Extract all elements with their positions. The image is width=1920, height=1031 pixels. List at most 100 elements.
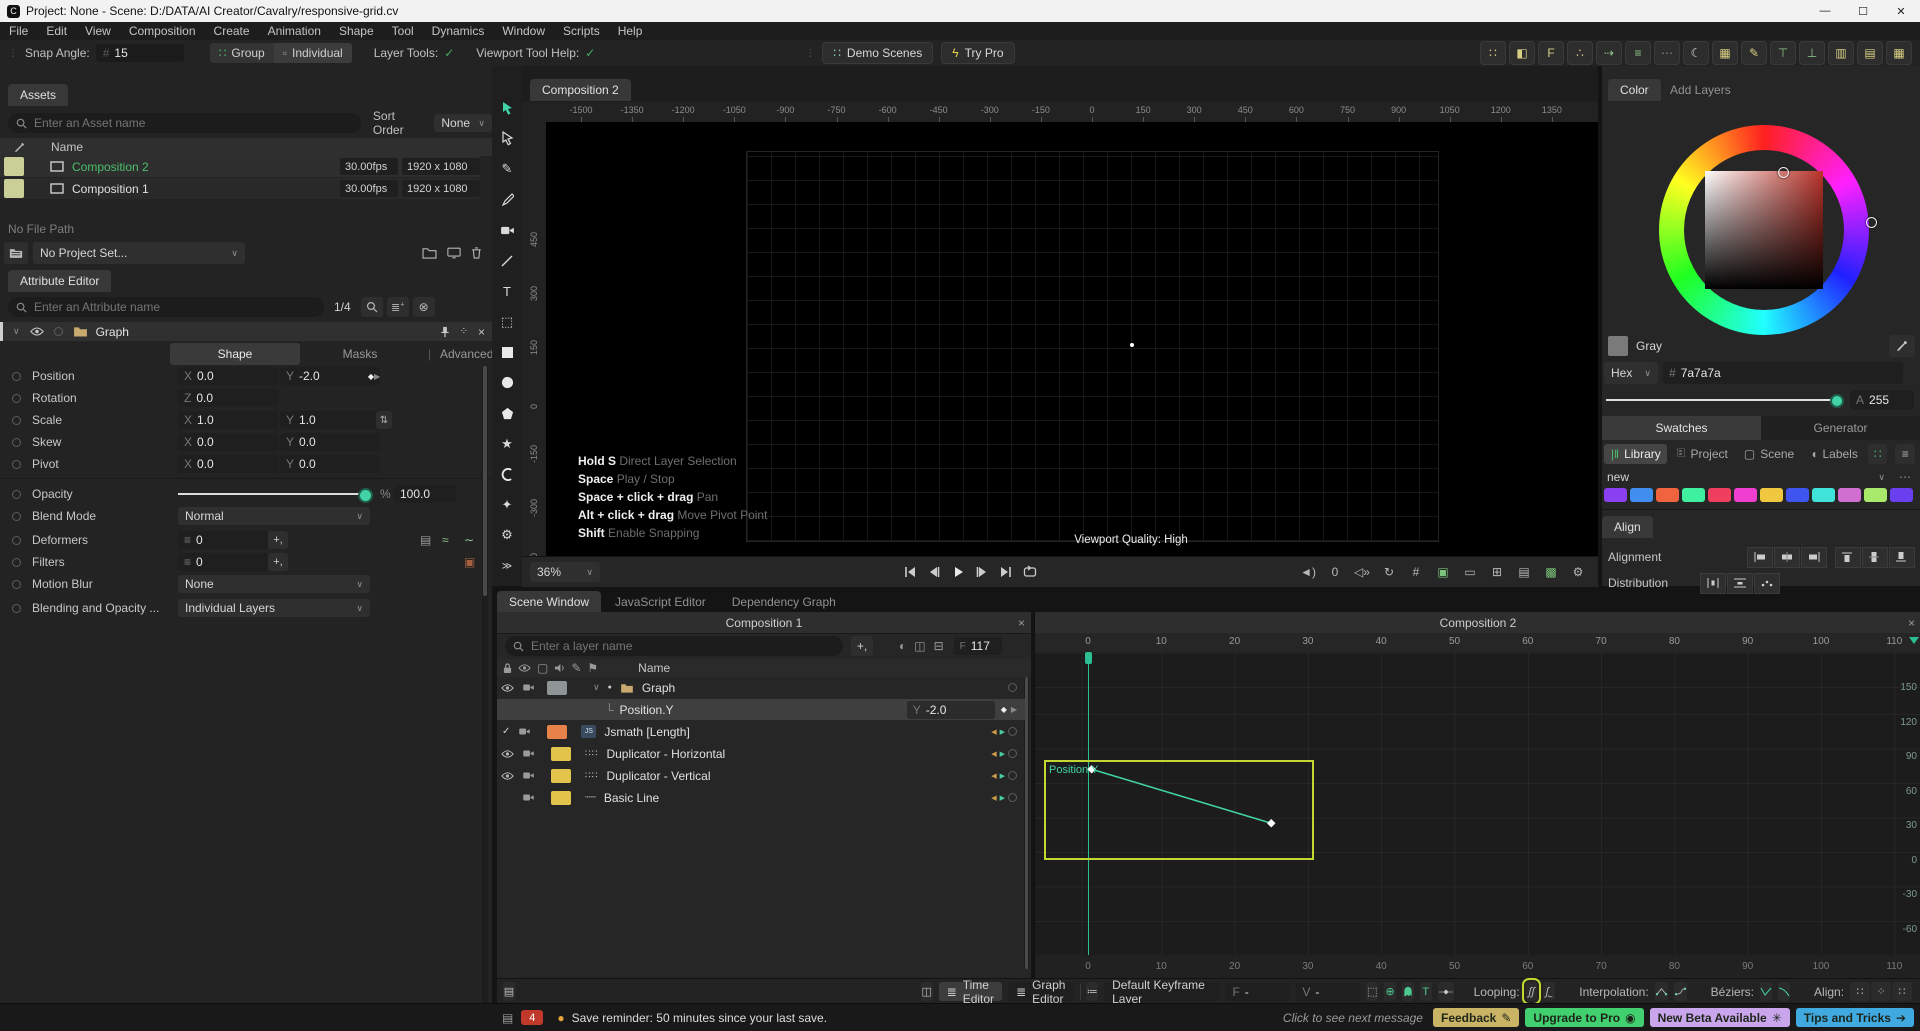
skew-x-field[interactable]: X0.0: [178, 433, 278, 451]
camera-visibility-icon[interactable]: [522, 793, 535, 802]
watermark-icon[interactable]: ◐: [899, 639, 906, 653]
interpolation-linear-button[interactable]: [1655, 982, 1668, 1001]
feedback-button[interactable]: Feedback✎: [1433, 1008, 1519, 1027]
asset-color-swatch[interactable]: [4, 179, 24, 198]
bezier-curve-button[interactable]: [1778, 982, 1790, 1001]
layer-row-position-y[interactable]: └Position.YY-2.0◆▶: [497, 699, 1025, 720]
render-icon[interactable]: ▤: [1514, 563, 1534, 581]
scatter-icon[interactable]: ∴: [1567, 41, 1593, 65]
next-frame-button[interactable]: [972, 563, 992, 581]
swatch-chip[interactable]: [1838, 488, 1861, 502]
camera-visibility-icon[interactable]: [522, 683, 535, 692]
group-mode-button[interactable]: ∷ Group: [210, 43, 274, 63]
layer-solo-circle[interactable]: [1008, 727, 1017, 736]
asset-color-swatch[interactable]: [4, 157, 24, 176]
graph-layer-header[interactable]: ∨ Graph ⁘ ×: [0, 322, 495, 341]
menu-item-dynamics[interactable]: Dynamics: [423, 24, 494, 38]
skip-start-button[interactable]: [900, 563, 920, 581]
viewport-canvas[interactable]: Hold S Direct Layer SelectionSpace Play …: [546, 122, 1598, 556]
align-keys-center-icon[interactable]: ⁘: [1871, 982, 1891, 1001]
zoom-select[interactable]: 36%∨: [530, 562, 600, 582]
ghost-icon[interactable]: [1402, 982, 1414, 1001]
menu-item-file[interactable]: File: [0, 24, 37, 38]
image-quality-icon[interactable]: ▣: [1433, 563, 1453, 581]
project-folder-button[interactable]: [4, 242, 28, 264]
loop-button[interactable]: [1020, 563, 1040, 581]
keyframe-layer-select[interactable]: Default Keyframe Layer: [1104, 982, 1220, 1001]
rows-icon[interactable]: ▤: [1857, 41, 1883, 65]
motion-blur-select[interactable]: None∨: [178, 575, 370, 593]
alpha-slider-handle[interactable]: [1830, 394, 1844, 408]
sort-order-select[interactable]: None∨: [434, 114, 492, 132]
link-xy-icon[interactable]: ⇅: [376, 411, 392, 429]
deformer-wave-icon[interactable]: ∼: [464, 533, 474, 547]
opacity-slider-handle[interactable]: [358, 488, 373, 503]
hex-mode-select[interactable]: Hex∨: [1604, 362, 1658, 384]
attribute-value-field[interactable]: Y-2.0: [907, 701, 995, 719]
chevron-down-icon[interactable]: ∨: [1878, 472, 1885, 483]
expression-arrow-icon[interactable]: ▶: [1011, 705, 1017, 714]
attribute-search-input[interactable]: Enter an Attribute name: [8, 297, 324, 317]
isolate-icon[interactable]: ⁘: [460, 326, 468, 337]
pin-icon[interactable]: [440, 326, 450, 338]
align-top-icon[interactable]: ⊤: [1770, 41, 1796, 65]
refresh-icon[interactable]: ↻: [1379, 563, 1399, 581]
pentagon-tool[interactable]: [495, 401, 519, 425]
interpolation-bezier-button[interactable]: [1674, 982, 1687, 1001]
alpha-slider-track[interactable]: [1606, 399, 1838, 401]
grid-cells-icon[interactable]: ▦: [1886, 41, 1912, 65]
messages-icon[interactable]: ▤: [502, 1011, 513, 1025]
looping-curve-button[interactable]: ʃʃ: [1526, 982, 1538, 1001]
pivot-x-field[interactable]: X0.0: [178, 455, 278, 473]
align-left-icon[interactable]: [1747, 547, 1773, 568]
align-middle-icon[interactable]: [1862, 547, 1888, 568]
swatch-chip[interactable]: [1682, 488, 1705, 502]
list-view-button[interactable]: ≡: [1895, 444, 1915, 464]
layer-solo-circle[interactable]: [1008, 793, 1017, 802]
camera-tool[interactable]: [495, 218, 519, 242]
frame-field[interactable]: F117: [954, 637, 1002, 655]
display-icon[interactable]: ▭: [1460, 563, 1480, 581]
align-center-h-icon[interactable]: [1774, 547, 1800, 568]
prev-keyframe-icon[interactable]: ◀: [991, 728, 996, 736]
text-snap-icon[interactable]: T: [1420, 982, 1432, 1001]
timeline-ruler[interactable]: 0102030405060708090100110: [1035, 633, 1920, 653]
tab-assets[interactable]: Assets: [8, 84, 68, 106]
direct-select-tool[interactable]: [495, 127, 519, 151]
frame-count[interactable]: 0: [1325, 563, 1345, 581]
clipboard-icon[interactable]: ▤: [503, 982, 515, 1001]
visibility-eye-icon[interactable]: [501, 772, 514, 780]
motion-path-icon[interactable]: ⇢: [1596, 41, 1622, 65]
line-tool[interactable]: [495, 249, 519, 273]
swatch-chip[interactable]: [1630, 488, 1653, 502]
hue-ring-marker[interactable]: [1866, 217, 1877, 228]
graph-editor-button[interactable]: ≣Graph Editor: [1008, 982, 1074, 1001]
rectangle-tool[interactable]: [495, 340, 519, 364]
camera-visibility-icon[interactable]: [522, 749, 535, 758]
opacity-value-field[interactable]: 100.0: [394, 485, 456, 503]
close-button[interactable]: ✕: [1882, 0, 1920, 22]
tab-shape[interactable]: Shape: [170, 343, 300, 365]
swatch-chip[interactable]: [1708, 488, 1731, 502]
text-tool[interactable]: T: [495, 279, 519, 303]
tab-masks[interactable]: Masks: [300, 347, 420, 361]
keyframe-layer-icon[interactable]: ≔: [1086, 982, 1098, 1001]
tab-color[interactable]: Color: [1608, 79, 1661, 101]
camera-visibility-icon[interactable]: [522, 771, 535, 780]
play-button[interactable]: [948, 563, 968, 581]
new-beta-available-button[interactable]: New Beta Available✳: [1650, 1008, 1790, 1027]
grid-view-button[interactable]: ∷: [1868, 444, 1888, 464]
tips-and-tricks-button[interactable]: Tips and Tricks➔: [1796, 1008, 1914, 1027]
menu-item-create[interactable]: Create: [205, 24, 259, 38]
deformers-count-field[interactable]: ≡0: [178, 531, 268, 549]
layer-solo-circle[interactable]: [1008, 749, 1017, 758]
align-bottom-icon[interactable]: [1889, 547, 1915, 568]
swatch-chip[interactable]: [1786, 488, 1809, 502]
pen-tool[interactable]: ✎: [495, 157, 519, 181]
blending-select[interactable]: Individual Layers∨: [178, 599, 370, 617]
prev-keyframe-icon[interactable]: ◀: [991, 794, 996, 802]
tab-labels[interactable]: ◖Labels: [1804, 444, 1864, 464]
minimize-button[interactable]: —: [1806, 0, 1844, 22]
layer-solo-circle[interactable]: [1008, 683, 1017, 692]
menu-item-animation[interactable]: Animation: [259, 24, 330, 38]
